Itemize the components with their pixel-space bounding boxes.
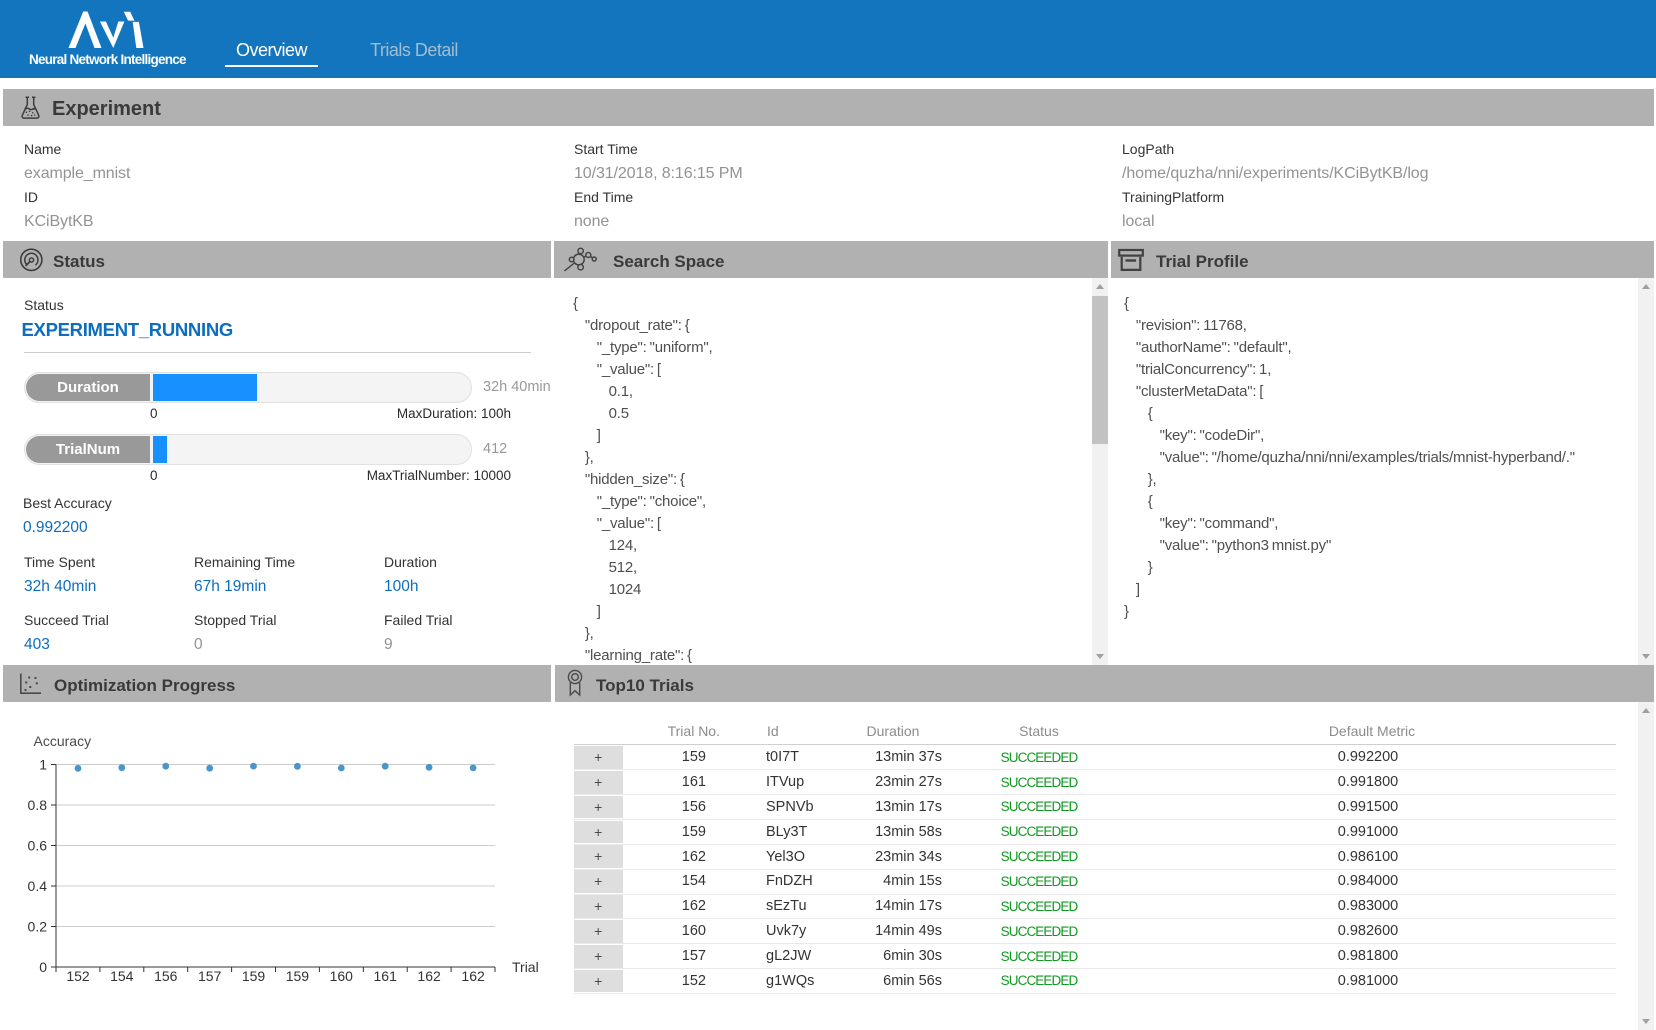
svg-text:161: 161 — [374, 968, 398, 984]
svg-text:0: 0 — [39, 959, 47, 975]
svg-text:157: 157 — [198, 968, 222, 984]
svg-text:0.4: 0.4 — [28, 878, 48, 894]
svg-text:0.8: 0.8 — [28, 797, 48, 813]
svg-text:159: 159 — [286, 968, 310, 984]
svg-text:Accuracy: Accuracy — [34, 733, 92, 749]
svg-text:1: 1 — [39, 757, 47, 773]
svg-text:154: 154 — [110, 968, 134, 984]
svg-text:Trial: Trial — [512, 959, 539, 975]
svg-text:162: 162 — [417, 968, 441, 984]
svg-text:0.6: 0.6 — [28, 838, 48, 854]
svg-text:156: 156 — [154, 968, 178, 984]
svg-text:152: 152 — [66, 968, 90, 984]
svg-text:160: 160 — [330, 968, 354, 984]
svg-text:162: 162 — [461, 968, 485, 984]
svg-text:159: 159 — [242, 968, 266, 984]
svg-text:0.2: 0.2 — [28, 919, 48, 935]
